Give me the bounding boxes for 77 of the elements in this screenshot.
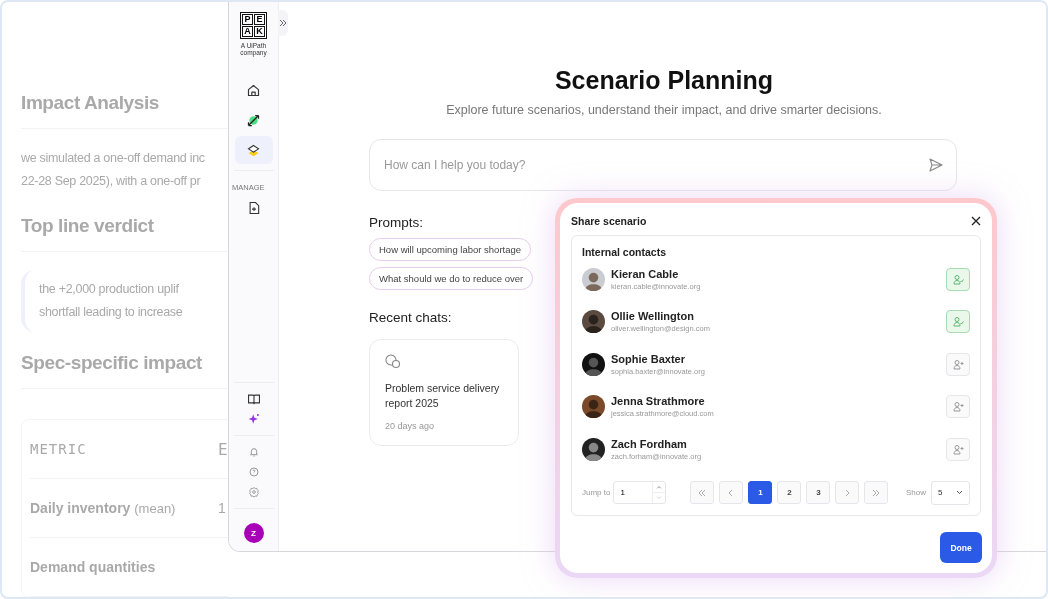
table-cell: 1 [218, 500, 226, 516]
section-heading: Internal contacts [582, 246, 668, 258]
added-user-button[interactable] [946, 310, 970, 334]
contact-name: Ollie Wellington [611, 310, 695, 323]
contact-name: Zach Fordham [611, 437, 688, 450]
chat-card[interactable]: Problem service delivery report 2025 20 days ago [369, 339, 519, 446]
chat-title: Problem service delivery report 2025 [385, 381, 501, 411]
add-user-button[interactable] [946, 437, 970, 461]
next-page-button[interactable] [835, 481, 860, 504]
double-chevron-icon [872, 488, 881, 497]
user-plus-icon [952, 358, 964, 370]
metric-label: Demand quantities [30, 559, 156, 575]
avatar-icon [582, 437, 605, 461]
page-subtitle: Explore future scenarios, understand their impact, and drive smarter decisions. [446, 103, 882, 117]
send-icon[interactable] [929, 158, 943, 172]
user-plus-icon [952, 443, 964, 455]
add-user-button[interactable] [946, 352, 970, 376]
column-header: METRIC [30, 441, 88, 457]
bell-icon[interactable] [247, 446, 260, 458]
user-avatar[interactable]: Z [243, 523, 264, 543]
avatar-icon [582, 352, 605, 376]
book-icon[interactable] [246, 392, 261, 406]
prompt-chip[interactable]: How will upcoming labor shortage [369, 238, 532, 261]
prompt-field[interactable]: How can I help you today? [369, 139, 957, 191]
double-chevron-icon [698, 488, 707, 497]
section-heading: Impact Analysis [21, 92, 159, 114]
layers-icon [246, 142, 261, 158]
diagonal-arrow-icon [246, 112, 261, 128]
added-user-button[interactable] [946, 267, 970, 291]
contact-name: Kieran Cable [611, 267, 680, 280]
section-heading: Top line verdict [21, 215, 154, 237]
column-header: E [218, 439, 228, 459]
quote-line: shortfall leading to increase [39, 304, 183, 321]
close-button[interactable] [971, 216, 981, 226]
chat-time: 20 days ago [385, 421, 436, 431]
chat-bubbles-icon [385, 354, 401, 369]
metric-note: (mean) [134, 501, 176, 516]
page-button[interactable]: 1 [748, 481, 773, 504]
help-icon[interactable] [247, 466, 260, 478]
last-page-button[interactable] [864, 481, 889, 504]
section-heading: Spec-specific impact [21, 352, 203, 374]
home-icon [246, 82, 261, 98]
page-size-select[interactable]: 5 [931, 480, 970, 505]
page-title: Scenario Planning [554, 66, 774, 95]
logo: P E A K [240, 12, 267, 39]
close-icon [971, 216, 981, 226]
quote-line: the +2,000 production uplif [39, 281, 179, 298]
chevron-icon [279, 19, 287, 27]
jump-label: Jump to [582, 488, 611, 497]
paragraph-line: we simulated a one-off demand inc [21, 150, 205, 167]
section-label: Prompts: [369, 215, 423, 230]
contact-name: Sophie Baxter [611, 352, 686, 365]
caret-icon [956, 490, 963, 495]
dialog-title: Share scenario [571, 215, 647, 227]
user-check-icon [952, 273, 964, 285]
user-plus-icon [952, 401, 964, 413]
first-page-button[interactable] [690, 481, 715, 504]
section-label: Recent chats: [369, 310, 452, 325]
prompt-chip[interactable]: What should we do to reduce over [369, 267, 534, 290]
user-check-icon [952, 316, 964, 328]
page-number-field[interactable]: 1 [613, 481, 667, 504]
add-user-button[interactable] [946, 395, 970, 419]
avatar-icon [582, 267, 605, 291]
file-plus-icon [246, 201, 261, 215]
done-button[interactable]: Done [940, 532, 982, 563]
collapse-handle[interactable] [278, 10, 288, 36]
show-label: Show [906, 488, 926, 497]
page-button[interactable]: 2 [777, 481, 802, 504]
page-button[interactable]: 3 [806, 481, 831, 504]
paragraph-line: 22-28 Sep 2025), with a one-off pr [21, 173, 201, 190]
avatar-icon [582, 395, 605, 419]
settings-icon[interactable] [247, 486, 260, 498]
chevron-icon [843, 488, 852, 497]
previous-page-button[interactable] [719, 481, 744, 504]
contact-name: Jenna Strathmore [611, 395, 706, 408]
metric-label: Daily inventory [30, 500, 131, 516]
avatar-icon [582, 310, 605, 334]
